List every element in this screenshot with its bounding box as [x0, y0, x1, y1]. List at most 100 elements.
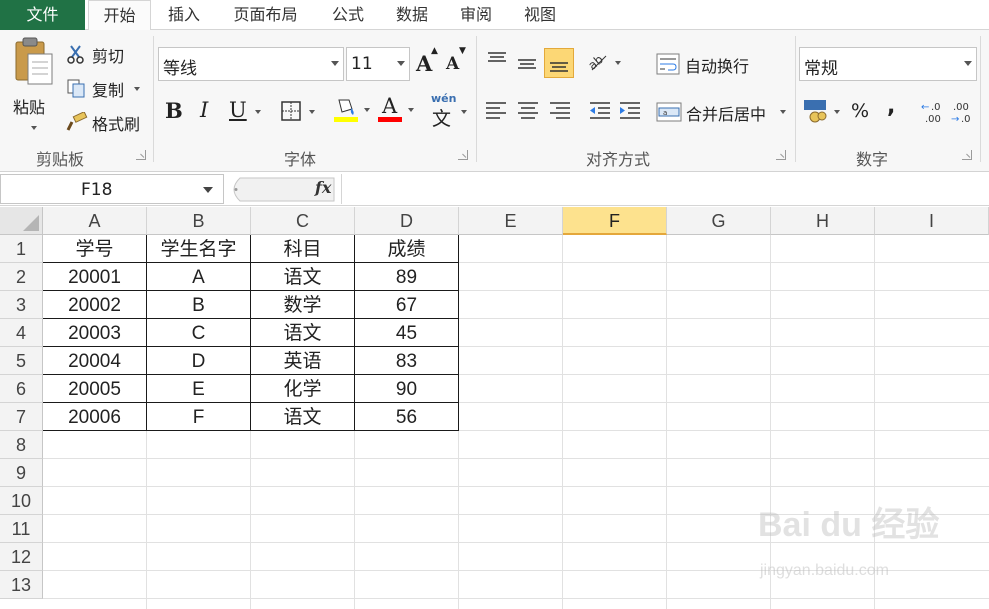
cut-button[interactable]: 剪切: [66, 42, 136, 66]
paste-button[interactable]: 粘贴: [8, 36, 58, 136]
row-header-8[interactable]: 8: [0, 431, 43, 459]
insert-function-button[interactable]: fx: [315, 178, 331, 197]
column-header-h[interactable]: H: [771, 207, 875, 235]
tab-page-layout[interactable]: 页面布局: [218, 0, 313, 30]
row-header-9[interactable]: 9: [0, 459, 43, 487]
column-header-i[interactable]: I: [875, 207, 989, 235]
alignment-dialog-launcher[interactable]: [776, 150, 786, 160]
cell-b1[interactable]: 学生名字: [147, 235, 250, 263]
cell-b6[interactable]: E: [147, 375, 250, 403]
cell-b4[interactable]: C: [147, 319, 250, 347]
cell-c6[interactable]: 化学: [251, 375, 354, 403]
cell-c7[interactable]: 语文: [251, 403, 354, 431]
increase-decimal-icon[interactable]: ← .0 .00: [921, 100, 947, 124]
tab-insert[interactable]: 插入: [154, 0, 214, 30]
cell-b2[interactable]: A: [147, 263, 250, 291]
cell-a1[interactable]: 学号: [43, 235, 146, 263]
cell-b3[interactable]: B: [147, 291, 250, 319]
font-dialog-launcher[interactable]: [458, 150, 468, 160]
decrease-indent-icon[interactable]: [588, 100, 612, 122]
bold-button[interactable]: B: [165, 98, 183, 123]
row-header-10[interactable]: 10: [0, 487, 43, 515]
cell-d4[interactable]: 45: [355, 319, 458, 347]
number-dialog-launcher[interactable]: [962, 150, 972, 160]
number-format-combo[interactable]: 常规: [799, 47, 977, 81]
cell-a2[interactable]: 20001: [43, 263, 146, 291]
font-name-combo[interactable]: 等线: [158, 47, 344, 81]
worksheet-grid[interactable]: A B C D E F G H I 1 2 3 4 5 6 7 8 9 10 1…: [0, 207, 989, 609]
cell-d6[interactable]: 90: [355, 375, 458, 403]
column-header-d[interactable]: D: [355, 207, 459, 235]
row-header-5[interactable]: 5: [0, 347, 43, 375]
merge-center-button[interactable]: a 合并后居中: [656, 98, 790, 126]
comma-style-button[interactable]: ,: [887, 94, 895, 119]
cell-c1[interactable]: 科目: [251, 235, 354, 263]
tab-home[interactable]: 开始: [88, 0, 151, 31]
align-bottom-button[interactable]: [544, 48, 574, 78]
tab-formulas[interactable]: 公式: [318, 0, 378, 30]
column-header-c[interactable]: C: [251, 207, 355, 235]
group-divider: [153, 36, 154, 162]
row-header-2[interactable]: 2: [0, 263, 43, 291]
cell-c2[interactable]: 语文: [251, 263, 354, 291]
orientation-button[interactable]: ab: [584, 48, 624, 76]
cell-d1[interactable]: 成绩: [355, 235, 458, 263]
tab-review[interactable]: 审阅: [446, 0, 506, 30]
tab-data[interactable]: 数据: [382, 0, 442, 30]
font-color-button[interactable]: A: [376, 94, 416, 126]
shrink-font-button[interactable]: A ▼: [444, 46, 468, 78]
align-middle-icon[interactable]: [516, 54, 538, 74]
tab-view[interactable]: 视图: [510, 0, 570, 30]
grow-font-button[interactable]: A ▲: [414, 46, 438, 78]
font-size-combo[interactable]: 11: [346, 47, 410, 81]
cell-d2[interactable]: 89: [355, 263, 458, 291]
cell-d5[interactable]: 83: [355, 347, 458, 375]
percent-style-button[interactable]: %: [851, 100, 869, 122]
cell-c5[interactable]: 英语: [251, 347, 354, 375]
formula-input[interactable]: [341, 174, 989, 204]
name-box[interactable]: F18: [0, 174, 224, 204]
cell-a4[interactable]: 20003: [43, 319, 146, 347]
row-header-11[interactable]: 11: [0, 515, 43, 543]
borders-button[interactable]: [278, 96, 318, 126]
cell-b5[interactable]: D: [147, 347, 250, 375]
row-header-3[interactable]: 3: [0, 291, 43, 319]
row-header-7[interactable]: 7: [0, 403, 43, 431]
row-header-1[interactable]: 1: [0, 235, 43, 263]
cell-b7[interactable]: F: [147, 403, 250, 431]
align-left-icon[interactable]: [484, 100, 508, 122]
align-center-icon[interactable]: [516, 100, 540, 122]
decrease-decimal-icon[interactable]: .00 → .0: [951, 100, 977, 124]
cell-a3[interactable]: 20002: [43, 291, 146, 319]
cell-a6[interactable]: 20005: [43, 375, 146, 403]
copy-button[interactable]: 复制: [66, 76, 146, 100]
row-header-4[interactable]: 4: [0, 319, 43, 347]
align-right-icon[interactable]: [548, 100, 572, 122]
column-header-e[interactable]: E: [459, 207, 563, 235]
underline-button[interactable]: U: [226, 96, 264, 126]
wrap-text-button[interactable]: 自动换行: [656, 50, 766, 78]
column-header-b[interactable]: B: [147, 207, 251, 235]
cell-a7[interactable]: 20006: [43, 403, 146, 431]
row-header-13[interactable]: 13: [0, 571, 43, 599]
align-top-icon[interactable]: [486, 50, 508, 70]
format-painter-button[interactable]: 格式刷: [66, 110, 150, 134]
cell-c4[interactable]: 语文: [251, 319, 354, 347]
phonetic-guide-button[interactable]: wén 文: [428, 92, 472, 130]
cell-c3[interactable]: 数学: [251, 291, 354, 319]
italic-button[interactable]: I: [200, 98, 208, 122]
clipboard-dialog-launcher[interactable]: [136, 150, 146, 160]
column-header-f[interactable]: F: [563, 207, 667, 235]
increase-indent-icon[interactable]: [618, 100, 642, 122]
accounting-format-button[interactable]: [802, 96, 842, 126]
select-all-button[interactable]: [0, 207, 43, 235]
row-header-6[interactable]: 6: [0, 375, 43, 403]
column-header-a[interactable]: A: [43, 207, 147, 235]
cell-d3[interactable]: 67: [355, 291, 458, 319]
fill-color-button[interactable]: [332, 94, 372, 126]
cell-a5[interactable]: 20004: [43, 347, 146, 375]
cell-d7[interactable]: 56: [355, 403, 458, 431]
column-header-g[interactable]: G: [667, 207, 771, 235]
tab-file[interactable]: 文件: [0, 0, 85, 30]
row-header-12[interactable]: 12: [0, 543, 43, 571]
